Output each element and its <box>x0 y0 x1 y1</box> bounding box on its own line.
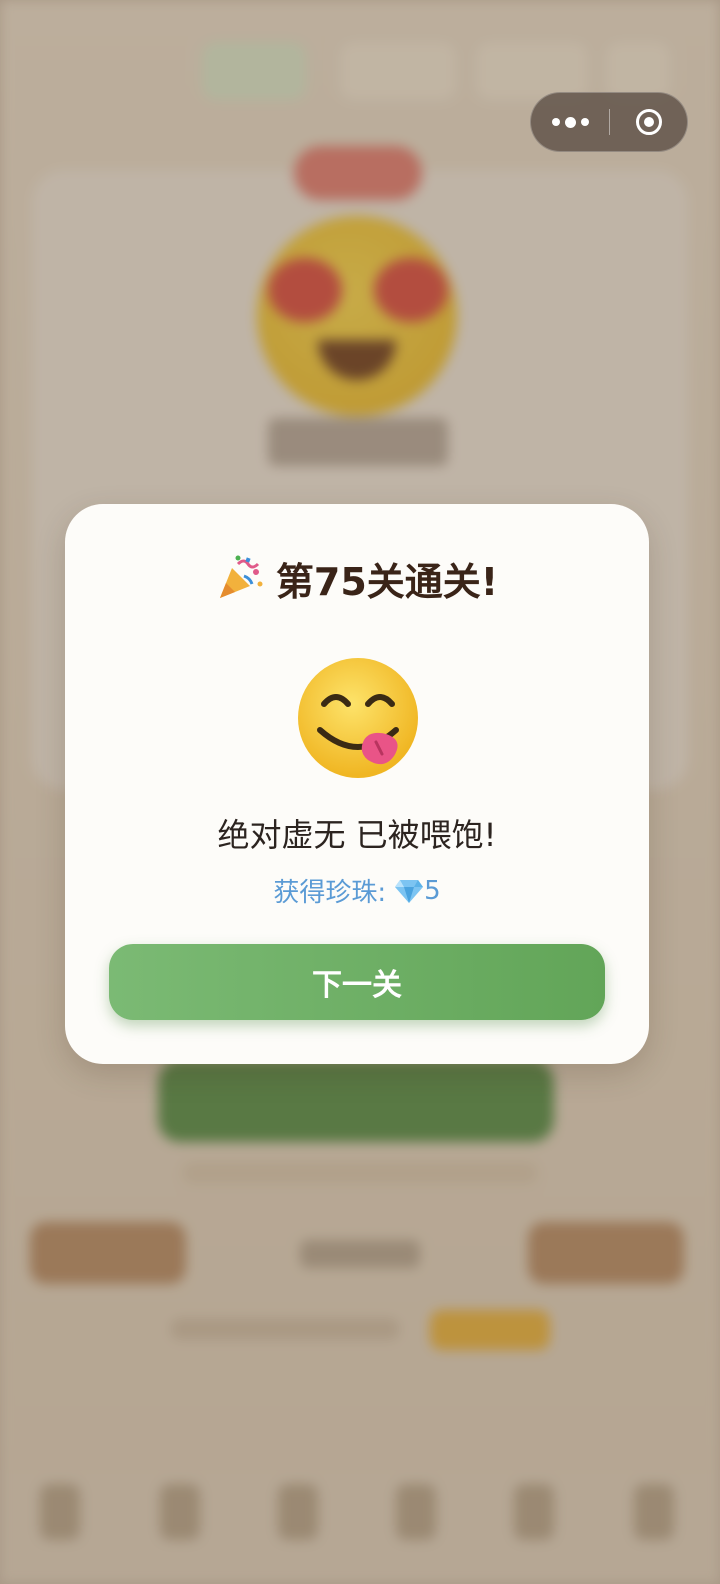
party-popper-icon <box>219 555 263 598</box>
dot <box>580 118 589 126</box>
dot <box>564 116 576 128</box>
close-mini-program-icon[interactable] <box>610 93 688 151</box>
reward-label: 获得珍珠: <box>273 878 387 908</box>
level-complete-dialog: 第75关通关! 绝对虚无 已被喂饱! 获得珍珠: 5 下一关 <box>65 504 649 1064</box>
fed-message: 绝对虚无 已被喂饱! <box>217 816 497 854</box>
next-level-button[interactable]: 下一关 <box>109 944 605 1020</box>
close-ring-dot <box>644 117 654 127</box>
savoring-food-face-icon <box>298 658 418 778</box>
dialog-title-text: 第75关通关! <box>275 559 499 604</box>
reward-value: 5 <box>424 875 441 906</box>
dot <box>551 118 560 126</box>
mini-program-capsule <box>530 92 688 152</box>
close-ring <box>636 109 662 135</box>
dialog-title: 第75关通关! <box>65 548 649 608</box>
gem-icon <box>395 879 424 903</box>
more-dots-icon[interactable] <box>531 93 609 151</box>
reward-line: 获得珍珠: 5 <box>65 872 649 909</box>
